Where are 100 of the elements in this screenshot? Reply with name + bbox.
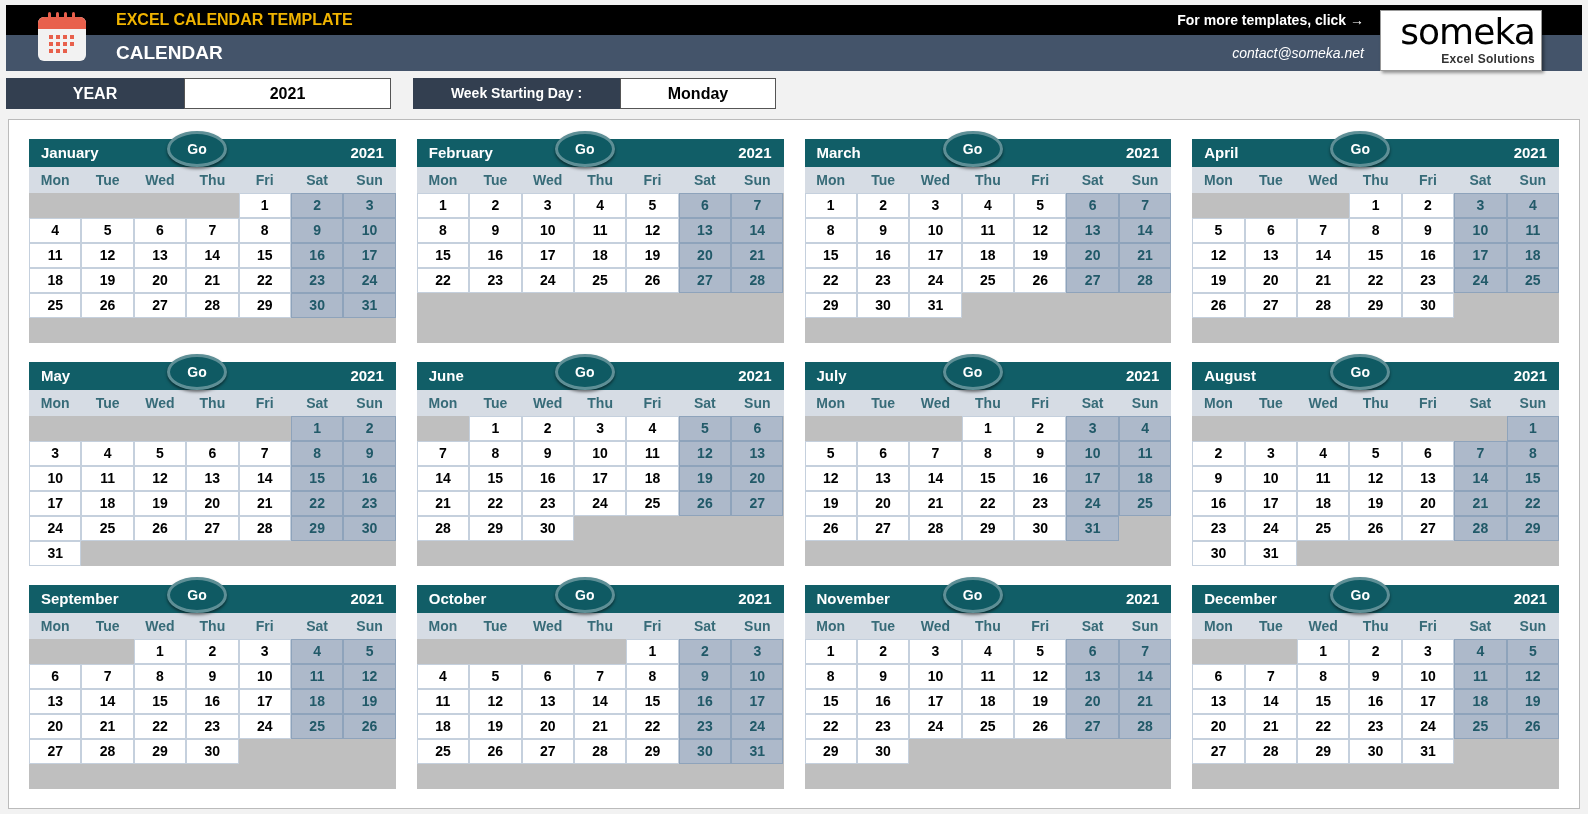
day-cell[interactable]: 10 [343,218,396,243]
day-cell[interactable]: 9 [856,664,910,689]
day-cell[interactable]: 12 [1014,218,1067,243]
day-cell[interactable]: 22 [626,714,679,739]
day-cell[interactable]: 31 [1244,541,1298,566]
day-cell[interactable]: 18 [290,689,344,714]
day-cell[interactable]: 23 [856,268,910,293]
day-cell[interactable]: 17 [238,689,291,714]
day-cell[interactable]: 9 [1192,466,1245,491]
day-cell[interactable]: 17 [1401,689,1455,714]
day-cell[interactable]: 24 [573,491,627,516]
day-cell[interactable]: 27 [1066,268,1119,293]
day-cell[interactable]: 6 [856,441,910,466]
day-cell[interactable]: 10 [909,664,962,689]
day-cell[interactable]: 1 [804,193,857,218]
day-cell[interactable]: 18 [573,243,627,268]
day-cell[interactable]: 31 [1066,516,1119,541]
day-cell[interactable]: 14 [731,218,784,243]
day-cell[interactable]: 16 [469,243,522,268]
day-cell[interactable]: 15 [804,243,857,268]
day-cell[interactable]: 30 [186,739,239,764]
day-cell[interactable]: 11 [29,243,82,268]
day-cell[interactable]: 3 [909,639,962,664]
day-cell[interactable]: 1 [133,639,187,664]
day-cell[interactable]: 17 [909,689,962,714]
day-cell[interactable]: 12 [81,243,134,268]
day-cell[interactable]: 19 [1192,268,1245,293]
day-cell[interactable]: 4 [626,416,679,441]
day-cell[interactable]: 5 [626,193,679,218]
day-cell[interactable]: 9 [856,218,910,243]
day-cell[interactable]: 29 [1506,516,1559,541]
day-cell[interactable]: 4 [573,193,627,218]
day-cell[interactable]: 22 [1506,491,1559,516]
day-cell[interactable]: 12 [133,466,187,491]
day-cell[interactable]: 16 [856,243,910,268]
day-cell[interactable]: 21 [731,243,784,268]
day-cell[interactable]: 27 [1192,739,1245,764]
day-cell[interactable]: 3 [1401,639,1455,664]
day-cell[interactable]: 16 [1349,689,1402,714]
day-cell[interactable]: 27 [731,491,784,516]
day-cell[interactable]: 15 [1349,243,1402,268]
day-cell[interactable]: 23 [469,268,522,293]
day-cell[interactable]: 3 [238,639,291,664]
day-cell[interactable]: 4 [961,639,1015,664]
day-cell[interactable]: 22 [416,268,470,293]
day-cell[interactable]: 2 [290,193,344,218]
day-cell[interactable]: 2 [1192,441,1245,466]
day-cell[interactable]: 22 [238,268,291,293]
day-cell[interactable]: 23 [1014,491,1067,516]
day-cell[interactable]: 1 [238,193,291,218]
day-cell[interactable]: 24 [1401,714,1455,739]
day-cell[interactable]: 7 [416,441,470,466]
day-cell[interactable]: 10 [909,218,962,243]
day-cell[interactable]: 6 [521,664,574,689]
day-cell[interactable]: 23 [290,268,344,293]
day-cell[interactable]: 19 [1014,243,1067,268]
day-cell[interactable]: 13 [1244,243,1298,268]
day-cell[interactable]: 21 [1244,714,1298,739]
day-cell[interactable]: 9 [186,664,239,689]
day-cell[interactable]: 18 [626,466,679,491]
day-cell[interactable]: 24 [731,714,784,739]
day-cell[interactable]: 6 [29,664,82,689]
day-cell[interactable]: 8 [469,441,522,466]
day-cell[interactable]: 13 [133,243,187,268]
day-cell[interactable]: 7 [238,441,291,466]
day-cell[interactable]: 4 [81,441,134,466]
day-cell[interactable]: 24 [909,268,962,293]
day-cell[interactable]: 8 [1297,664,1350,689]
day-cell[interactable]: 13 [1401,466,1455,491]
go-button[interactable]: Go [167,577,227,613]
day-cell[interactable]: 15 [416,243,470,268]
day-cell[interactable]: 31 [1401,739,1455,764]
day-cell[interactable]: 5 [81,218,134,243]
day-cell[interactable]: 11 [961,218,1015,243]
day-cell[interactable]: 21 [1118,689,1172,714]
day-cell[interactable]: 16 [1401,243,1455,268]
day-cell[interactable]: 14 [1297,243,1350,268]
day-cell[interactable]: 28 [1118,268,1172,293]
day-cell[interactable]: 26 [343,714,396,739]
day-cell[interactable]: 27 [186,516,239,541]
day-cell[interactable]: 24 [1454,268,1507,293]
day-cell[interactable]: 8 [238,218,291,243]
day-cell[interactable]: 3 [521,193,574,218]
day-cell[interactable]: 8 [416,218,470,243]
day-cell[interactable]: 2 [856,639,910,664]
day-cell[interactable]: 3 [1454,193,1507,218]
day-cell[interactable]: 21 [909,491,962,516]
day-cell[interactable]: 18 [29,268,82,293]
day-cell[interactable]: 6 [133,218,187,243]
day-cell[interactable]: 22 [961,491,1015,516]
day-cell[interactable]: 2 [1401,193,1455,218]
day-cell[interactable]: 4 [1118,416,1172,441]
day-cell[interactable]: 17 [1454,243,1507,268]
day-cell[interactable]: 19 [678,466,732,491]
day-cell[interactable]: 1 [804,639,857,664]
day-cell[interactable]: 28 [731,268,784,293]
day-cell[interactable]: 22 [133,714,187,739]
day-cell[interactable]: 23 [1192,516,1245,541]
day-cell[interactable]: 13 [678,218,732,243]
day-cell[interactable]: 17 [521,243,574,268]
